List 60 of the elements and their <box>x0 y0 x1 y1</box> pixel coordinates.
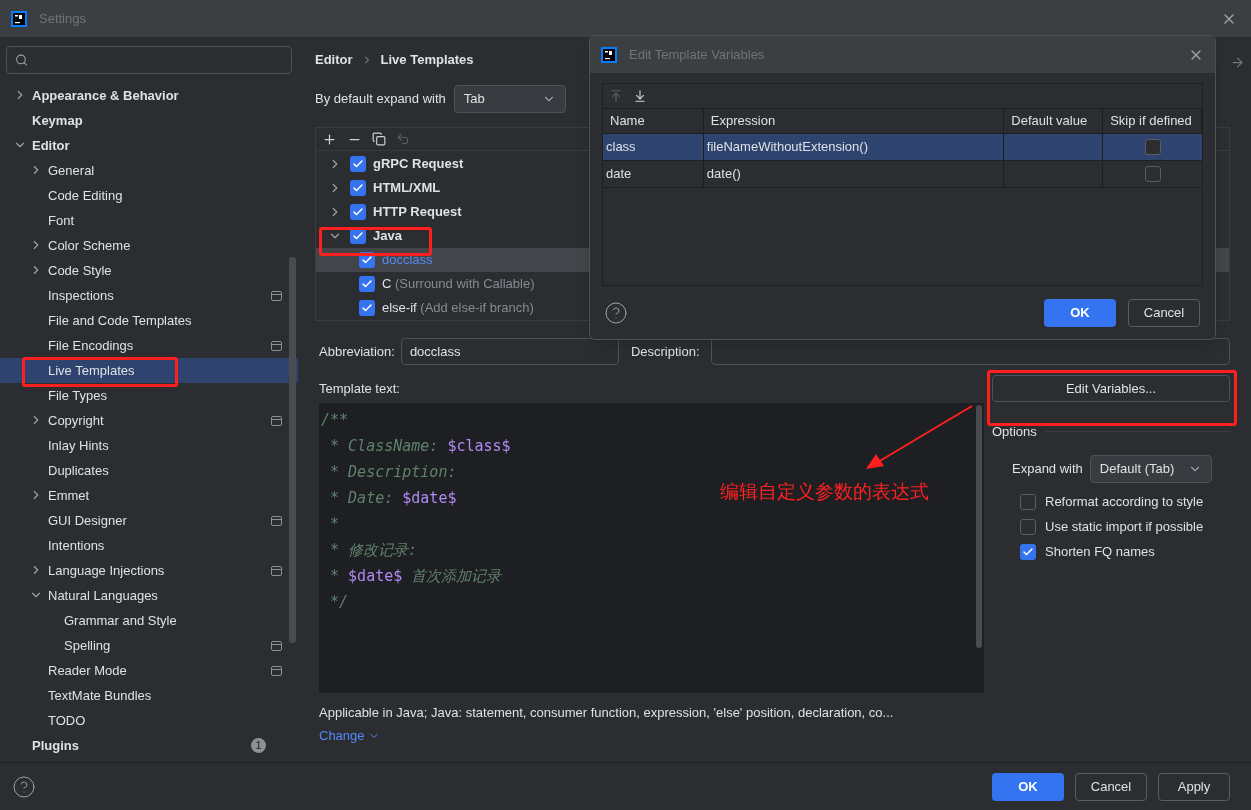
sidebar-label: General <box>48 161 95 180</box>
sidebar-label: Plugins <box>32 736 79 755</box>
code-line: * Description: <box>329 461 457 483</box>
sidebar-label: Spelling <box>64 636 111 655</box>
code-line: * $date$ 首次添加记录 <box>329 565 502 587</box>
template-label: docclass <box>382 251 433 270</box>
table-cell: date <box>603 161 704 187</box>
template-label: HTML/XML <box>373 179 441 198</box>
sidebar-label: Duplicates <box>48 461 109 480</box>
code-line: /** <box>321 409 349 431</box>
options-heading: Options <box>992 423 1037 441</box>
sidebar-label: Code Editing <box>48 186 123 205</box>
sidebar-label: Emmet <box>48 486 90 505</box>
sidebar-label: TODO <box>48 711 86 730</box>
sidebar-label: Language Injections <box>48 561 165 580</box>
sidebar-label: Copyright <box>48 411 104 430</box>
annotation-text: 编辑自定义参数的表达式 <box>720 480 929 504</box>
sidebar-label: Inspections <box>48 286 114 305</box>
expand-with-label: Expand with <box>1012 459 1083 478</box>
sidebar-label: Live Templates <box>48 361 135 380</box>
sidebar-label: Editor <box>32 136 70 155</box>
template-label: C (Surround with Callable) <box>382 275 535 294</box>
sidebar-label: File Encodings <box>48 336 134 355</box>
sidebar-label: GUI Designer <box>48 511 127 530</box>
code-line: * 修改记录: <box>329 539 418 561</box>
table-cell: class <box>603 134 704 160</box>
applicable-text: Applicable in Java; Java: statement, consumer function, expression, 'else' position, declaration, co... <box>319 703 895 722</box>
sidebar-label: File Types <box>48 386 107 405</box>
sidebar-label: Grammar and Style <box>64 611 177 630</box>
template-label: Java <box>373 227 402 246</box>
option-label: Shorten FQ names <box>1045 543 1155 562</box>
option-label: Use static import if possible <box>1045 518 1204 537</box>
sidebar-label: File and Code Templates <box>48 311 192 330</box>
table-cell: fileNameWithoutExtension() <box>703 134 1005 160</box>
code-line: * ClassName: $class$ <box>329 435 511 457</box>
sidebar-label: Appearance & Behavior <box>32 86 179 105</box>
sidebar-label: Reader Mode <box>48 661 127 680</box>
abbreviation-label: Abbreviation: <box>319 342 395 361</box>
sidebar-label: Keymap <box>32 111 83 130</box>
sidebar-label: TextMate Bundles <box>48 686 152 705</box>
table-cell: date() <box>703 161 1005 187</box>
sidebar-label: Color Scheme <box>48 236 131 255</box>
code-line: * Date: $date$ <box>329 487 457 509</box>
sidebar-label: Inlay Hints <box>48 436 109 455</box>
option-label: Reformat according to style <box>1045 493 1204 512</box>
expand-label: By default expand with <box>315 90 446 109</box>
sidebar-label: Natural Languages <box>48 586 158 605</box>
sidebar-label: Font <box>48 211 74 230</box>
window-title: Settings <box>39 9 86 28</box>
dialog-title: Edit Template Variables <box>629 45 765 64</box>
sidebar-label: Intentions <box>48 536 105 555</box>
code-line: */ <box>329 591 349 613</box>
code-line: * <box>329 513 340 535</box>
count-badge: 1 <box>251 738 266 753</box>
description-label: Description: <box>630 342 701 361</box>
template-label: HTTP Request <box>373 203 462 222</box>
template-text-label: Template text: <box>319 380 401 398</box>
template-label: gRPC Request <box>373 155 464 174</box>
sidebar-label: Code Style <box>48 261 112 280</box>
template-label: else-if (Add else-if branch) <box>382 299 534 318</box>
